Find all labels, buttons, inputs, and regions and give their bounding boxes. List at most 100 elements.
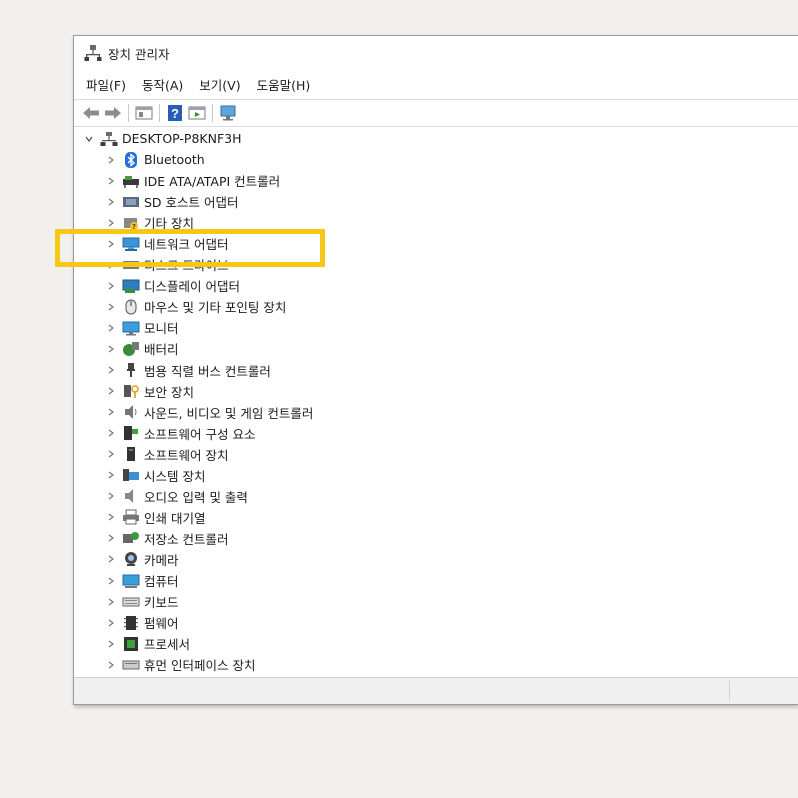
tree-item[interactable]: 인쇄 대기열 — [106, 507, 205, 528]
tree-item[interactable]: 보안 장치 — [106, 381, 194, 402]
tree-item-label: 디스플레이 어댑터 — [144, 279, 240, 295]
tree-item[interactable]: 프로세서 — [106, 633, 190, 654]
tree-item[interactable]: ? 기타 장치 — [106, 212, 194, 233]
forward-icon[interactable] — [102, 102, 124, 124]
back-icon[interactable] — [80, 102, 102, 124]
tree-item[interactable]: IDE ATA/ATAPI 컨트롤러 — [106, 170, 280, 191]
tree-item[interactable]: 소프트웨어 장치 — [106, 444, 228, 465]
tree-item[interactable]: 마우스 및 기타 포인팅 장치 — [106, 296, 286, 317]
help-icon[interactable]: ? — [164, 102, 186, 124]
keyboard-icon — [122, 593, 140, 611]
tree-item[interactable]: 저장소 컨트롤러 — [106, 528, 228, 549]
tree-root[interactable]: DESKTOP-P8KNF3H — [84, 128, 242, 149]
tree-item-label: 시스템 장치 — [144, 468, 206, 484]
chevron-right-icon[interactable] — [106, 449, 116, 459]
tree-item-label: DESKTOP-P8KNF3H — [122, 131, 242, 146]
chevron-right-icon[interactable] — [106, 281, 116, 291]
properties-icon[interactable] — [133, 102, 155, 124]
chevron-right-icon[interactable] — [106, 407, 116, 417]
tree-item[interactable]: 펌웨어 — [106, 612, 179, 633]
tree-item[interactable]: 휴먼 인터페이스 장치 — [106, 654, 255, 675]
tree-item-label: 소프트웨어 장치 — [144, 447, 229, 463]
print-queue-icon — [122, 508, 140, 526]
tree-item[interactable]: 소프트웨어 구성 요소 — [106, 423, 255, 444]
status-bar — [74, 677, 798, 704]
chevron-down-icon[interactable] — [84, 134, 94, 144]
chevron-right-icon[interactable] — [106, 554, 116, 564]
software-device-icon — [122, 445, 140, 463]
tree-item[interactable]: 모니터 — [106, 317, 179, 338]
tree-item-label: 사운드, 비디오 및 게임 컨트롤러 — [144, 405, 314, 421]
toolbar-separator — [128, 104, 129, 122]
chevron-right-icon[interactable] — [106, 302, 116, 312]
title-bar[interactable]: 장치 관리자 — [74, 36, 798, 70]
chevron-right-icon[interactable] — [106, 491, 116, 501]
tree-item[interactable]: 디스크 드라이브 — [106, 254, 228, 275]
tree-item-label: 컴퓨터 — [144, 574, 179, 589]
audio-io-icon — [122, 487, 140, 505]
tree-item-label: 저장소 컨트롤러 — [144, 531, 229, 547]
chevron-right-icon[interactable] — [106, 597, 116, 607]
computer-root-icon — [100, 130, 118, 148]
tree-item[interactable]: 사운드, 비디오 및 게임 컨트롤러 — [106, 402, 313, 423]
tree-item[interactable]: Bluetooth — [106, 149, 205, 170]
device-manager-window: 장치 관리자 파일(F) 동작(A) 보기(V) 도움말(H) ? DESKTO… — [73, 35, 798, 705]
sd-host-icon — [122, 193, 140, 211]
menu-view[interactable]: 보기(V) — [199, 73, 240, 96]
tree-item-label: 휴먼 인터페이스 장치 — [144, 658, 256, 674]
toolbar-separator — [212, 104, 213, 122]
tree-item-label: 오디오 입력 및 출력 — [144, 489, 248, 505]
device-manager-icon — [84, 44, 102, 62]
tree-item-label: 마우스 및 기타 포인팅 장치 — [144, 300, 287, 316]
disk-drive-icon — [122, 256, 140, 274]
tree-item-label: 인쇄 대기열 — [144, 510, 206, 526]
tree-item[interactable]: 키보드 — [106, 591, 179, 612]
chevron-right-icon[interactable] — [106, 155, 116, 165]
tree-item[interactable]: 디스플레이 어댑터 — [106, 275, 240, 296]
tree-item[interactable]: 오디오 입력 및 출력 — [106, 486, 248, 507]
chevron-right-icon[interactable] — [106, 512, 116, 522]
tree-item-label: 네트워크 어댑터 — [144, 237, 229, 253]
chevron-right-icon[interactable] — [106, 218, 116, 228]
menu-action[interactable]: 동작(A) — [142, 73, 183, 96]
chevron-right-icon[interactable] — [106, 344, 116, 354]
tree-item[interactable]: 범용 직렬 버스 컨트롤러 — [106, 360, 271, 381]
chevron-right-icon[interactable] — [106, 428, 116, 438]
status-divider — [729, 681, 730, 701]
tree-item-label: 키보드 — [144, 595, 179, 611]
chevron-right-icon[interactable] — [106, 176, 116, 186]
tree-item[interactable]: 배터리 — [106, 338, 179, 359]
tree-item-label: Bluetooth — [144, 152, 205, 167]
chevron-right-icon[interactable] — [106, 260, 116, 270]
computer-icon — [122, 572, 140, 590]
tree-item[interactable]: 카메라 — [106, 549, 179, 570]
chevron-right-icon[interactable] — [106, 365, 116, 375]
menu-help[interactable]: 도움말(H) — [257, 73, 311, 96]
tree-item[interactable]: SD 호스트 어댑터 — [106, 191, 239, 212]
chevron-right-icon[interactable] — [106, 533, 116, 543]
tree-item[interactable]: 시스템 장치 — [106, 465, 205, 486]
tree-item[interactable]: 네트워크 어댑터 — [106, 233, 228, 254]
chevron-right-icon[interactable] — [106, 639, 116, 649]
chevron-right-icon[interactable] — [106, 660, 116, 670]
chevron-right-icon[interactable] — [106, 386, 116, 396]
mouse-icon — [122, 298, 140, 316]
tree-item[interactable]: 컴퓨터 — [106, 570, 179, 591]
security-device-icon — [122, 382, 140, 400]
device-tree: DESKTOP-P8KNF3H Bluetooth IDE ATA/ATAPI 컨트… — [74, 128, 798, 678]
tree-item-label: 소프트웨어 구성 요소 — [144, 426, 256, 442]
tree-item-label: 기타 장치 — [144, 216, 194, 232]
chevron-right-icon[interactable] — [106, 618, 116, 628]
other-device-icon: ? — [122, 214, 140, 232]
chevron-right-icon[interactable] — [106, 239, 116, 249]
run-icon[interactable] — [186, 102, 208, 124]
chevron-right-icon[interactable] — [106, 470, 116, 480]
software-component-icon — [122, 424, 140, 442]
monitor-icon[interactable] — [217, 102, 239, 124]
tree-item-label: 배터리 — [144, 342, 179, 358]
hid-icon — [122, 656, 140, 674]
chevron-right-icon[interactable] — [106, 576, 116, 586]
menu-file[interactable]: 파일(F) — [86, 73, 126, 96]
chevron-right-icon[interactable] — [106, 197, 116, 207]
chevron-right-icon[interactable] — [106, 323, 116, 333]
